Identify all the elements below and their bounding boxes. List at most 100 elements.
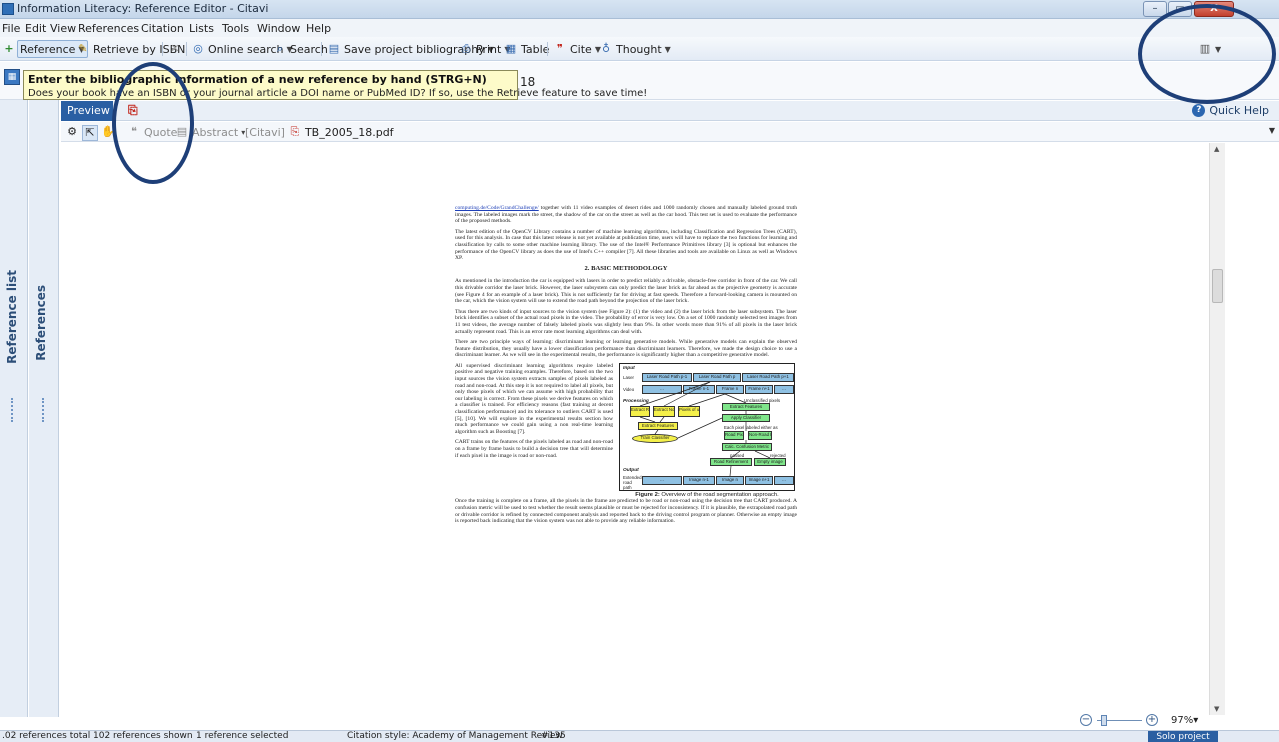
reference-field-value[interactable]: 18	[520, 75, 535, 89]
lightbulb-icon: ♁	[601, 42, 611, 55]
solo-project-badge: Solo project	[1148, 731, 1218, 742]
figure-diagram: Input Laser Video Laser Road Path p-1 La…	[619, 362, 795, 491]
search-button[interactable]: ⌕ Search	[273, 40, 328, 58]
citavi-app-icon	[2, 3, 14, 15]
toolbar-separator	[162, 42, 163, 56]
abstract-label: Abstract	[192, 125, 239, 139]
help-icon: ?	[1192, 104, 1206, 117]
menu-citation[interactable]: Citation	[141, 22, 184, 35]
maximize-button[interactable]: ▭	[1168, 1, 1192, 17]
hand-tool-button[interactable]: ✋	[101, 125, 115, 139]
new-reference-tooltip: Enter the bibliographic information of a…	[23, 70, 648, 100]
paragraph: All supervised discriminant learning alg…	[455, 362, 613, 435]
minimize-button[interactable]: –	[1143, 1, 1167, 17]
pdf-icon: ⎘	[290, 125, 300, 138]
toolbar-separator	[321, 42, 322, 56]
citavi-window: Information Literacy: Reference Editor -…	[0, 0, 1279, 742]
attachment-dropdown-icon[interactable]: ▼	[1269, 126, 1275, 135]
thought-label: Thought	[616, 42, 662, 56]
chevron-down-icon: ▼	[664, 44, 671, 54]
scroll-thumb[interactable]	[1212, 269, 1223, 303]
references-total: .02 references total	[2, 731, 91, 741]
paragraph: There are two principle ways of learning…	[455, 339, 797, 359]
search-icon: ⌕	[276, 42, 284, 55]
quick-help-label: Quick Help	[1209, 104, 1269, 117]
thought-button[interactable]: ♁ Thought ▼	[599, 40, 671, 58]
abstract-button[interactable]: ▤ Abstract ▾	[175, 125, 245, 139]
figure-caption-label: Figure 2:	[635, 491, 660, 498]
splitter-grip[interactable]	[42, 398, 47, 422]
zoom-control: − + 97%▾	[1080, 713, 1230, 729]
chevron-down-icon: ▼	[1215, 44, 1222, 54]
layout-toggle-button[interactable]: ▥ ▼	[1198, 40, 1221, 58]
table-button[interactable]: ▦ Table	[504, 40, 550, 58]
menu-tools[interactable]: Tools	[222, 22, 249, 35]
paragraph: computing.de/Code/GrandChallenge/ togeth…	[455, 205, 797, 225]
references-tab[interactable]: References	[29, 100, 59, 717]
vertical-scrollbar[interactable]: ▲ ▼	[1209, 143, 1225, 715]
delete-icon: ✕	[170, 42, 180, 55]
scroll-up-icon[interactable]: ▲	[1214, 145, 1219, 153]
table-label: Table	[521, 42, 550, 56]
figure-2: Input Laser Video Laser Road Path p-1 La…	[619, 362, 795, 499]
tab-preview[interactable]: Preview ▾	[61, 101, 113, 129]
delete-button[interactable]: ✕	[168, 40, 182, 58]
reference-list-tab[interactable]: Reference list	[0, 100, 28, 717]
settings-button[interactable]: ⚙	[65, 125, 79, 139]
citation-style[interactable]: Citation style: Academy of Management Re…	[347, 731, 563, 741]
tooltip-title: Enter the bibliographic information of a…	[28, 73, 487, 86]
attachment-filename: TB_2005_18.pdf	[304, 125, 394, 139]
bibliography-icon: ▤	[328, 42, 340, 55]
toolbar-separator	[547, 42, 548, 56]
paragraph: Once the training is complete on a frame…	[455, 498, 797, 525]
figure-arrows	[639, 381, 771, 476]
print-button[interactable]: ⎙ Print ▼	[459, 40, 511, 58]
menu-help[interactable]: Help	[306, 22, 331, 35]
quote-icon: ❞	[557, 42, 563, 55]
pdf-page: computing.de/Code/GrandChallenge/ togeth…	[455, 205, 797, 529]
reference-type-icon[interactable]: ▦	[4, 69, 20, 85]
text-cursor-icon: ⇱	[85, 126, 95, 139]
quick-help-link[interactable]: ? Quick Help	[1192, 104, 1269, 117]
wand-icon: ✎	[78, 42, 88, 55]
close-button[interactable]: X	[1194, 1, 1234, 17]
reference-number: #135	[541, 731, 566, 741]
paragraph: Thus there are two kinds of input source…	[455, 308, 797, 335]
globe-search-icon: ◎	[193, 42, 203, 55]
paragraph: CART trains on the features of the pixel…	[455, 439, 613, 459]
paragraph: As mentioned in the introduction the car…	[455, 278, 797, 305]
cite-label: Cite	[570, 42, 592, 56]
menu-lists[interactable]: Lists	[189, 22, 214, 35]
select-tool-button[interactable]: ⇱	[82, 125, 98, 141]
main-toolbar: + Reference ▼ ✎ Retrieve by ISBN ✕ ◎ Onl…	[0, 37, 1279, 61]
pdf-tab-icon[interactable]: ⎘	[128, 103, 142, 118]
paragraph: The latest edition of the OpenCV Library…	[455, 228, 797, 262]
attachment-selector[interactable]: [Citavi] ⎘ TB_2005_18.pdf	[245, 125, 394, 139]
abstract-icon: ▤	[176, 125, 188, 138]
tooltip-text: Does your book have an ISBN or your jour…	[28, 88, 648, 99]
title-bar: Information Literacy: Reference Editor -…	[0, 0, 1279, 19]
add-reference-icon: +	[4, 42, 14, 55]
menu-file[interactable]: File	[2, 22, 20, 35]
quote-label: Quote	[144, 125, 178, 139]
citavi-label: [Citavi]	[245, 125, 285, 139]
zoom-level[interactable]: 97%▾	[1171, 715, 1198, 726]
dataset-link[interactable]: computing.de/Code/GrandChallenge/	[455, 205, 539, 211]
zoom-out-icon[interactable]: −	[1080, 714, 1092, 726]
cite-button[interactable]: ❞ Cite ▼	[553, 40, 601, 58]
references-shown: 102 references shown	[93, 731, 193, 741]
menu-window[interactable]: Window	[257, 22, 300, 35]
zoom-in-icon[interactable]: +	[1146, 714, 1158, 726]
printer-icon: ⎙	[461, 42, 471, 55]
preview-toolbar: ⚙ ⇱ ✋ ❝ Quote ▤ Abstract ▾ [Citavi] ⎘ TB…	[61, 122, 1279, 142]
scroll-down-icon[interactable]: ▼	[1214, 705, 1219, 713]
menu-references[interactable]: References	[78, 22, 139, 35]
menu-view[interactable]: View	[50, 22, 76, 35]
zoom-slider-thumb[interactable]	[1101, 715, 1107, 726]
text-figure-columns: All supervised discriminant learning alg…	[455, 362, 797, 499]
splitter-grip[interactable]	[11, 398, 16, 422]
quote-button[interactable]: ❝ Quote	[127, 125, 177, 139]
menu-edit[interactable]: Edit	[25, 22, 46, 35]
preview-tab-strip: Preview ▾ ⎘ ? Quick Help	[61, 101, 1279, 129]
zoom-value: 97%	[1171, 715, 1194, 726]
